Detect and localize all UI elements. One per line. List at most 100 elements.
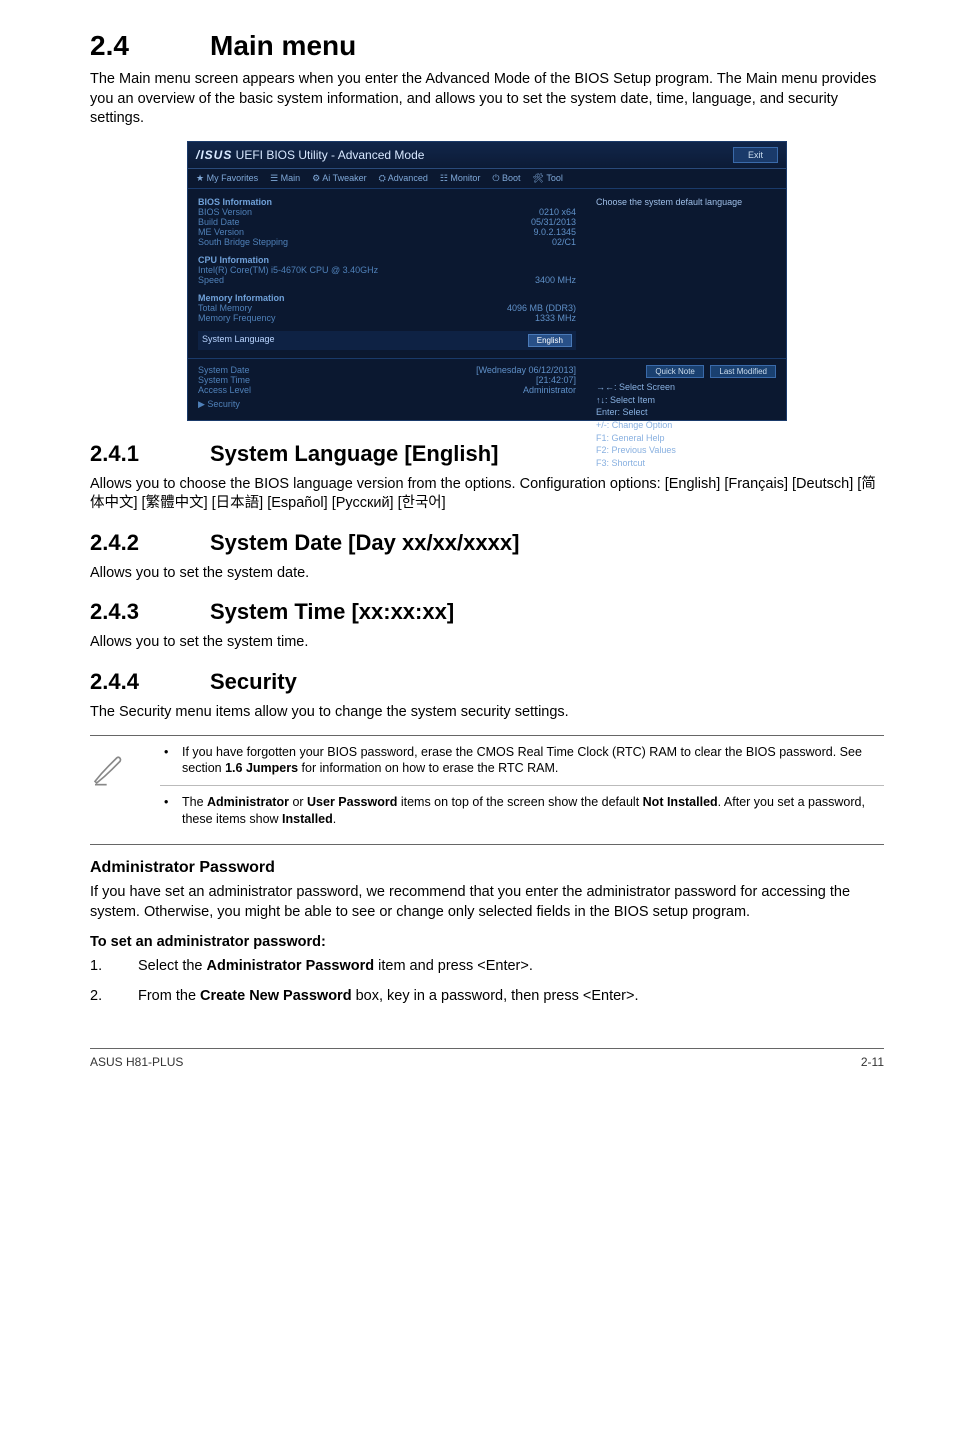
bios-row-val: 9.0.2.1345 <box>533 227 576 237</box>
note-box: If you have forgotten your BIOS password… <box>90 735 884 846</box>
access-level-label: Access Level <box>198 385 251 395</box>
note2-bold1: Administrator <box>207 795 289 809</box>
bios-exit-button[interactable]: Exit <box>733 147 778 163</box>
step1-bold: Administrator Password <box>207 958 375 974</box>
bios-row-key: Build Date <box>198 217 240 227</box>
step2-bold: Create New Password <box>200 988 352 1004</box>
quick-note-button[interactable]: Quick Note <box>646 365 704 378</box>
tab-main[interactable]: ☰ Main <box>270 173 300 184</box>
help-line: Enter: Select <box>596 406 776 419</box>
bios-row-val: 1333 MHz <box>535 313 576 323</box>
bios-brand: /ISUS <box>196 148 232 162</box>
help-line: →←: Select Screen <box>596 381 776 394</box>
note1-part2: for information on how to erase the RTC … <box>298 761 558 775</box>
note2-bold4: Installed <box>282 812 333 826</box>
tab-ai-tweaker[interactable]: ⚙ Ai Tweaker <box>312 173 366 184</box>
system-language-row[interactable]: System Language English <box>198 331 576 350</box>
bios-hint-text: Choose the system default language <box>596 197 776 207</box>
sub-title: System Date [Day xx/xx/xxxx] <box>210 530 519 555</box>
note2-part2: or <box>289 795 307 809</box>
admin-password-heading: Administrator Password <box>90 859 884 877</box>
tab-boot[interactable]: ⏻ Boot <box>492 173 520 184</box>
system-time-label: System Time <box>198 375 250 385</box>
subsection-243: 2.4.3System Time [xx:xx:xx] <box>90 599 884 625</box>
bios-help-panel: Quick Note Last Modified →←: Select Scre… <box>586 359 786 476</box>
tab-tool[interactable]: 🛠 Tool <box>533 173 563 184</box>
bios-tabs: ★ My Favorites ☰ Main ⚙ Ai Tweaker ⛭ Adv… <box>188 169 786 189</box>
subsection-241-body: Allows you to choose the BIOS language v… <box>90 475 884 514</box>
system-language-label: System Language <box>202 334 275 347</box>
section-intro: The Main menu screen appears when you en… <box>90 70 884 129</box>
bios-screenshot: /ISUS UEFI BIOS Utility - Advanced Mode … <box>187 141 787 421</box>
bios-row-val: 3400 MHz <box>535 275 576 285</box>
help-line: ↑↓: Select Item <box>596 394 776 407</box>
memory-info-header: Memory Information <box>198 293 576 303</box>
bios-row-key: BIOS Version <box>198 207 252 217</box>
help-line: +/-: Change Option <box>596 419 776 432</box>
admin-password-body: If you have set an administrator passwor… <box>90 883 884 922</box>
system-language-value[interactable]: English <box>528 334 572 347</box>
admin-toset-label: To set an administrator password: <box>90 934 884 950</box>
bios-row-val: 05/31/2013 <box>531 217 576 227</box>
sub-title: System Time [xx:xx:xx] <box>210 599 454 624</box>
tab-favorites[interactable]: ★ My Favorites <box>196 173 258 184</box>
step1-part2: item and press <Enter>. <box>374 958 533 974</box>
step1-part1: Select the <box>138 958 207 974</box>
note-item-1: If you have forgotten your BIOS password… <box>160 744 884 787</box>
system-date-label: System Date <box>198 365 250 375</box>
help-line: F2: Previous Values <box>596 444 776 457</box>
bios-row-key: Speed <box>198 275 224 285</box>
sub-num: 2.4.3 <box>90 599 210 625</box>
bios-row-val: 02/C1 <box>552 237 576 247</box>
note2-bold3: Not Installed <box>643 795 718 809</box>
bios-title: UEFI BIOS Utility - Advanced Mode <box>232 148 424 162</box>
note2-bold2: User Password <box>307 795 397 809</box>
subsection-243-body: Allows you to set the system time. <box>90 633 884 653</box>
section-heading: 2.4Main menu <box>90 30 884 62</box>
bios-titlebar: /ISUS UEFI BIOS Utility - Advanced Mode … <box>188 142 786 169</box>
subsection-244-body: The Security menu items allow you to cha… <box>90 703 884 723</box>
tab-monitor[interactable]: ☷ Monitor <box>440 173 481 184</box>
note2-part5: . <box>333 812 336 826</box>
sub-num: 2.4.4 <box>90 669 210 695</box>
bios-exit-label: Exit <box>748 150 763 160</box>
tab-advanced[interactable]: ⛭ Advanced <box>379 173 428 184</box>
help-line: F1: General Help <box>596 432 776 445</box>
sub-title: Security <box>210 669 297 694</box>
step2-part2: box, key in a password, then press <Ente… <box>352 988 639 1004</box>
note2-part1: The <box>182 795 207 809</box>
subsection-242: 2.4.2System Date [Day xx/xx/xxxx] <box>90 530 884 556</box>
footer-right: 2-11 <box>861 1055 884 1069</box>
access-level-value: Administrator <box>523 385 576 395</box>
note-icon <box>90 744 140 793</box>
bios-row-key: ME Version <box>198 227 244 237</box>
subsection-244: 2.4.4Security <box>90 669 884 695</box>
system-time-value[interactable]: [21:42:07] <box>536 375 576 385</box>
bios-row-val: 0210 x64 <box>539 207 576 217</box>
step-2: From the Create New Password box, key in… <box>90 988 884 1018</box>
bios-row-key: Total Memory <box>198 303 252 313</box>
bios-right-panel: Choose the system default language <box>586 189 786 358</box>
bios-row-key: Memory Frequency <box>198 313 276 323</box>
bios-left-panel: BIOS Information BIOS Version 0210 x64 Bu… <box>188 189 586 358</box>
system-date-value[interactable]: [Wednesday 06/12/2013] <box>476 365 576 375</box>
bios-row-val: 4096 MB (DDR3) <box>507 303 576 313</box>
bios-bottom-left: System Date [Wednesday 06/12/2013] System… <box>188 359 586 476</box>
step-1: Select the Administrator Password item a… <box>90 958 884 988</box>
note1-bold: 1.6 Jumpers <box>225 761 298 775</box>
section-title-text: Main menu <box>210 30 356 61</box>
last-modified-button[interactable]: Last Modified <box>710 365 776 378</box>
subsection-242-body: Allows you to set the system date. <box>90 564 884 584</box>
section-number: 2.4 <box>90 30 210 62</box>
note-item-2: The Administrator or User Password items… <box>160 794 884 828</box>
step2-part1: From the <box>138 988 200 1004</box>
bios-row-key: South Bridge Stepping <box>198 237 288 247</box>
bios-info-header: BIOS Information <box>198 197 576 207</box>
sub-num: 2.4.2 <box>90 530 210 556</box>
page-footer: ASUS H81-PLUS 2-11 <box>90 1048 884 1069</box>
note2-part3: items on top of the screen show the defa… <box>397 795 642 809</box>
cpu-info-header: CPU Information <box>198 255 576 265</box>
security-menu-item[interactable]: ▶ Security <box>198 399 240 410</box>
help-line: F3: Shortcut <box>596 457 776 470</box>
footer-left: ASUS H81-PLUS <box>90 1055 183 1069</box>
